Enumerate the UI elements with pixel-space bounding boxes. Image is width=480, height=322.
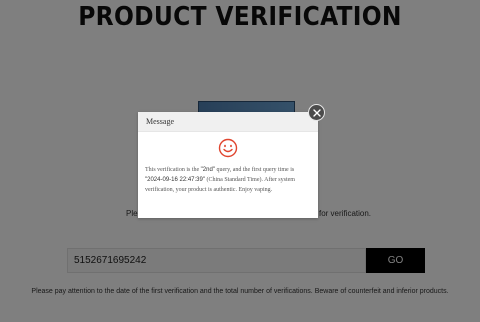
dialog-title: Message <box>138 112 318 132</box>
dialog-message: This verification is the "2nd" query, an… <box>145 165 311 195</box>
smile-icon <box>218 138 238 158</box>
close-dialog-button[interactable] <box>308 104 325 121</box>
first-query-time: "2024-09-16 22:47:39" <box>145 177 205 183</box>
close-icon <box>312 108 321 117</box>
message-dialog: Message This verification is the "2nd" q… <box>138 112 318 218</box>
query-count: "2nd" <box>200 167 215 173</box>
message-part: This verification is the <box>145 167 201 173</box>
message-part: query, and the first query time is <box>214 167 295 173</box>
